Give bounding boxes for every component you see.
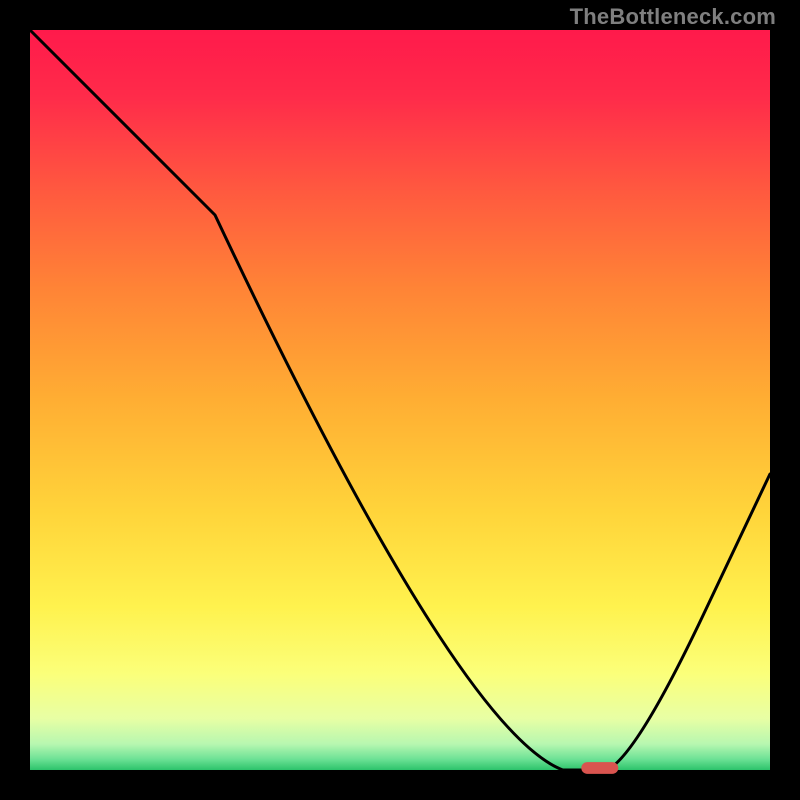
watermark-text: TheBottleneck.com bbox=[570, 4, 776, 30]
chart-frame: TheBottleneck.com bbox=[0, 0, 800, 800]
min-marker bbox=[581, 762, 618, 774]
bottleneck-chart bbox=[0, 0, 800, 800]
